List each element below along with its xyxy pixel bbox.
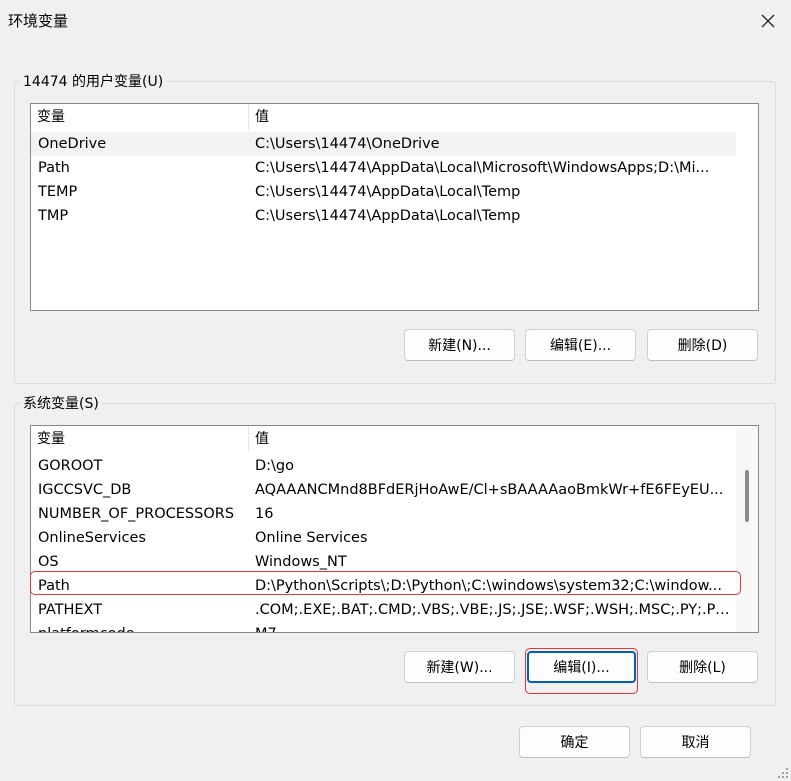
list-header: 变量 值	[31, 426, 736, 452]
var-value: C:\Users\14474\OneDrive	[255, 136, 440, 152]
list-header: 变量 值	[31, 104, 758, 130]
title-bar: 环境变量	[0, 0, 791, 44]
var-name: NUMBER_OF_PROCESSORS	[38, 506, 235, 522]
var-value: Online Services	[255, 530, 368, 546]
path-row-highlight	[30, 571, 741, 595]
user-delete-button[interactable]: 删除(D)	[647, 329, 758, 361]
var-name: TMP	[38, 208, 69, 224]
user-new-button[interactable]: 新建(N)...	[404, 329, 515, 361]
var-value: AQAAANCMnd8BFdERjHoAwE/Cl+sBAAAAaoBmkWr+…	[255, 482, 724, 498]
var-name: platformcode	[38, 622, 246, 632]
user-vars-scrollbar[interactable]	[736, 104, 758, 310]
header-variable[interactable]: 变量	[31, 426, 249, 452]
edit-button-highlight	[525, 648, 638, 694]
var-value: C:\Users\14474\AppData\Local\Microsoft\W…	[255, 160, 710, 176]
var-value: D:\go	[255, 458, 295, 474]
resize-grip-icon[interactable]	[777, 767, 789, 779]
var-name: TEMP	[38, 184, 78, 200]
close-icon	[761, 14, 775, 28]
scrollbar-thumb[interactable]	[745, 470, 749, 522]
var-name: PATHEXT	[38, 602, 103, 618]
system-vars-scrollbar[interactable]	[736, 426, 758, 632]
system-new-button[interactable]: 新建(W)...	[404, 651, 515, 683]
user-edit-button[interactable]: 编辑(E)...	[525, 329, 636, 361]
header-value[interactable]: 值	[249, 104, 758, 130]
system-vars-label: 系统变量(S)	[20, 393, 102, 413]
header-value[interactable]: 值	[249, 426, 736, 452]
user-vars-list[interactable]: 变量 值 OneDrive C:\Users\14474\OneDrive Pa…	[30, 103, 759, 311]
system-vars-list[interactable]: 变量 值 GOROOT D:\go IGCCSVC_DB AQAAANCMnd8…	[30, 425, 759, 633]
close-button[interactable]	[746, 4, 790, 38]
system-var-row-number-of-processors[interactable]: NUMBER_OF_PROCESSORS 16	[31, 502, 736, 526]
user-var-row-tmp[interactable]: TMP C:\Users\14474\AppData\Local\Temp	[31, 204, 736, 228]
system-var-row-igccsvc-db[interactable]: IGCCSVC_DB AQAAANCMnd8BFdERjHoAwE/Cl+sBA…	[31, 478, 736, 502]
var-value: .COM;.EXE;.BAT;.CMD;.VBS;.VBE;.JS;.JSE;.…	[255, 602, 731, 618]
user-vars-label: 14474 的用户变量(U)	[20, 71, 167, 91]
user-var-row-path[interactable]: Path C:\Users\14474\AppData\Local\Micros…	[31, 156, 736, 180]
ok-button[interactable]: 确定	[519, 726, 630, 758]
var-name: Path	[38, 160, 70, 176]
system-delete-button[interactable]: 删除(L)	[647, 651, 758, 683]
var-name: GOROOT	[38, 458, 103, 474]
var-name: OneDrive	[38, 136, 107, 152]
system-var-row-onlineservices[interactable]: OnlineServices Online Services	[31, 526, 736, 550]
user-var-row-onedrive[interactable]: OneDrive C:\Users\14474\OneDrive	[31, 132, 736, 156]
user-var-row-temp[interactable]: TEMP C:\Users\14474\AppData\Local\Temp	[31, 180, 736, 204]
header-variable[interactable]: 变量	[31, 104, 249, 130]
system-var-row-pathext[interactable]: PATHEXT .COM;.EXE;.BAT;.CMD;.VBS;.VBE;.J…	[31, 598, 736, 622]
var-value: M7	[255, 622, 731, 632]
var-name: IGCCSVC_DB	[38, 482, 132, 498]
var-name: OnlineServices	[38, 530, 146, 546]
var-value: C:\Users\14474\AppData\Local\Temp	[255, 208, 521, 224]
var-value: 16	[255, 506, 274, 522]
window-title: 环境变量	[8, 12, 69, 30]
cancel-button[interactable]: 取消	[640, 726, 751, 758]
var-value: C:\Users\14474\AppData\Local\Temp	[255, 184, 521, 200]
system-var-row-platformcode[interactable]: platformcode M7	[31, 622, 736, 632]
system-var-row-goroot[interactable]: GOROOT D:\go	[31, 454, 736, 478]
